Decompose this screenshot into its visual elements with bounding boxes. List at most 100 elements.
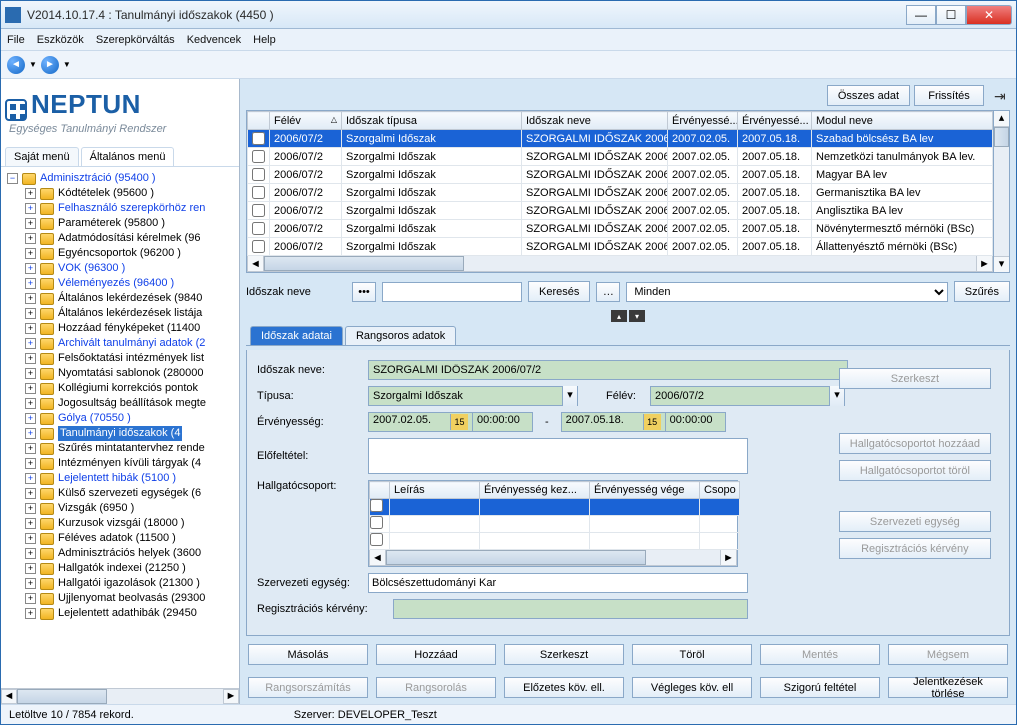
scroll-thumb[interactable] xyxy=(386,550,646,565)
expand-icon[interactable]: + xyxy=(25,443,36,454)
table-row[interactable]: 2006/07/2Szorgalmi IdőszakSZORGALMI IDŐS… xyxy=(248,220,993,238)
tree-item[interactable]: +Általános lekérdezések listája xyxy=(3,306,237,321)
row-checkbox[interactable] xyxy=(252,186,265,199)
tree-item[interactable]: +Adatmódosítási kérelmek (96 xyxy=(3,231,237,246)
tree-item[interactable]: +Szűrés mintatantervhez rende xyxy=(3,441,237,456)
table-row[interactable]: 2006/07/2Szorgalmi IdőszakSZORGALMI IDŐS… xyxy=(248,202,993,220)
nav-tree[interactable]: − Adminisztráció (95400 ) +Kódtételek (9… xyxy=(1,167,239,704)
tree-item[interactable]: +Nyomtatási sablonok (280000 xyxy=(3,366,237,381)
titlebar[interactable]: V2014.10.17.4 : Tanulmányi időszakok (44… xyxy=(1,1,1016,29)
grid-vertical-scrollbar[interactable]: ▴ ▾ xyxy=(994,110,1010,273)
expand-icon[interactable]: + xyxy=(25,413,36,424)
row-checkbox[interactable] xyxy=(370,499,383,512)
menu-tools[interactable]: Eszközök xyxy=(37,34,84,46)
scroll-thumb[interactable] xyxy=(17,689,107,704)
action-button[interactable]: Előzetes köv. ell. xyxy=(504,677,624,698)
expand-icon[interactable]: + xyxy=(25,578,36,589)
filter-more-button[interactable]: … xyxy=(596,282,620,302)
calendar-icon[interactable]: 15 xyxy=(450,414,468,430)
filter-apply-button[interactable]: Szűrés xyxy=(954,281,1010,302)
expand-icon[interactable]: + xyxy=(25,278,36,289)
expand-icon[interactable]: + xyxy=(25,533,36,544)
tree-item[interactable]: +Jogosultság beállítások megte xyxy=(3,396,237,411)
main-grid[interactable]: Félév △Időszak típusaIdőszak neveÉrvénye… xyxy=(247,111,993,256)
time-from-input[interactable]: 00:00:00 xyxy=(473,412,533,432)
del-group-button[interactable]: Hallgatócsoportot töröl xyxy=(839,460,991,481)
tree-item[interactable]: +Véleményezés (96400 ) xyxy=(3,276,237,291)
date-to-input[interactable]: 2007.05.18.15 xyxy=(561,412,666,432)
grid-column-header[interactable] xyxy=(248,112,270,130)
tree-item[interactable]: +Lejelentett hibák (5100 ) xyxy=(3,471,237,486)
all-data-button[interactable]: Összes adat xyxy=(827,85,910,106)
subgrid-row[interactable] xyxy=(370,499,740,516)
row-checkbox[interactable] xyxy=(252,168,265,181)
expand-icon[interactable]: + xyxy=(25,338,36,349)
subgrid-column-header[interactable]: Érvényesség vége xyxy=(590,482,700,499)
maximize-button[interactable]: ☐ xyxy=(936,5,966,25)
action-button[interactable]: Hozzáad xyxy=(376,644,496,665)
expand-icon[interactable]: + xyxy=(25,323,36,334)
back-dropdown-icon[interactable]: ▼ xyxy=(29,60,37,69)
tree-item[interactable]: +Adminisztrációs helyek (3600 xyxy=(3,546,237,561)
expand-icon[interactable]: + xyxy=(25,548,36,559)
name-input[interactable] xyxy=(368,360,848,380)
action-button[interactable]: Végleges köv. ell xyxy=(632,677,752,698)
tree-item[interactable]: +Kódtételek (95600 ) xyxy=(3,186,237,201)
forward-dropdown-icon[interactable]: ▼ xyxy=(63,60,71,69)
expand-down-icon[interactable]: ▾ xyxy=(629,310,645,322)
expand-icon[interactable]: + xyxy=(25,593,36,604)
tree-item[interactable]: +Tanulmányi időszakok (4 xyxy=(3,426,237,441)
menu-role[interactable]: Szerepkörváltás xyxy=(96,34,175,46)
org-input[interactable] xyxy=(368,573,748,593)
grid-column-header[interactable]: Időszak típusa xyxy=(342,112,522,130)
tree-root[interactable]: − Adminisztráció (95400 ) xyxy=(3,171,237,186)
grid-column-header[interactable]: Modul neve xyxy=(812,112,993,130)
action-button[interactable]: Jelentkezések törlése xyxy=(888,677,1008,698)
tab-period-data[interactable]: Időszak adatai xyxy=(250,326,343,345)
filter-scope-select[interactable]: Minden xyxy=(626,282,947,302)
expand-icon[interactable]: + xyxy=(25,398,36,409)
chevron-down-icon[interactable]: ▾ xyxy=(562,386,577,406)
reg-input[interactable] xyxy=(393,599,748,619)
menu-file[interactable]: File xyxy=(7,34,25,46)
expand-icon[interactable]: + xyxy=(25,383,36,394)
subgrid-row[interactable] xyxy=(370,516,740,533)
subgrid-column-header[interactable] xyxy=(370,482,390,499)
tree-item[interactable]: +Kurzusok vizsgái (18000 ) xyxy=(3,516,237,531)
subgrid-row[interactable] xyxy=(370,533,740,550)
action-button[interactable]: Rangsorolás xyxy=(376,677,496,698)
org-button[interactable]: Szervezeti egység xyxy=(839,511,991,532)
grid-horizontal-scrollbar[interactable]: ◄ ► xyxy=(247,256,993,272)
expand-icon[interactable]: + xyxy=(25,473,36,484)
expand-icon[interactable]: + xyxy=(25,518,36,529)
action-button[interactable]: Mégsem xyxy=(888,644,1008,665)
expand-icon[interactable]: + xyxy=(25,563,36,574)
scroll-down-icon[interactable]: ▾ xyxy=(994,256,1009,272)
tree-item[interactable]: +Általános lekérdezések (9840 xyxy=(3,291,237,306)
tree-item[interactable]: +Külső szervezeti egységek (6 xyxy=(3,486,237,501)
grid-column-header[interactable]: Félév △ xyxy=(270,112,342,130)
subgrid-column-header[interactable]: Érvényesség kez... xyxy=(480,482,590,499)
expand-icon[interactable]: + xyxy=(25,233,36,244)
grid-column-header[interactable]: Időszak neve xyxy=(522,112,668,130)
type-select[interactable]: Szorgalmi Időszak▾ xyxy=(368,386,578,406)
tree-item[interactable]: +Felhasználó szerepkörhöz ren xyxy=(3,201,237,216)
expand-icon[interactable]: + xyxy=(25,308,36,319)
scroll-left-icon[interactable]: ◄ xyxy=(1,689,17,704)
scroll-right-icon[interactable]: ► xyxy=(976,256,992,271)
tree-item[interactable]: +Felsőoktatási intézmények list xyxy=(3,351,237,366)
scroll-thumb[interactable] xyxy=(264,256,464,271)
filter-input[interactable] xyxy=(382,282,522,302)
expand-icon[interactable]: + xyxy=(25,368,36,379)
tree-item[interactable]: +Intézményen kívüli tárgyak (4 xyxy=(3,456,237,471)
tree-item[interactable]: +Archivált tanulmányi adatok (2 xyxy=(3,336,237,351)
semester-select[interactable]: 2006/07/2▾ xyxy=(650,386,845,406)
minimize-button[interactable]: — xyxy=(906,5,936,25)
tree-item[interactable]: +Hozzáad fényképeket (11400 xyxy=(3,321,237,336)
collapse-icon[interactable]: − xyxy=(7,173,18,184)
row-checkbox[interactable] xyxy=(252,204,265,217)
close-button[interactable]: ✕ xyxy=(966,5,1012,25)
scroll-right-icon[interactable]: ► xyxy=(720,550,736,565)
collapse-up-icon[interactable]: ▴ xyxy=(611,310,627,322)
action-button[interactable]: Szigorú feltétel xyxy=(760,677,880,698)
